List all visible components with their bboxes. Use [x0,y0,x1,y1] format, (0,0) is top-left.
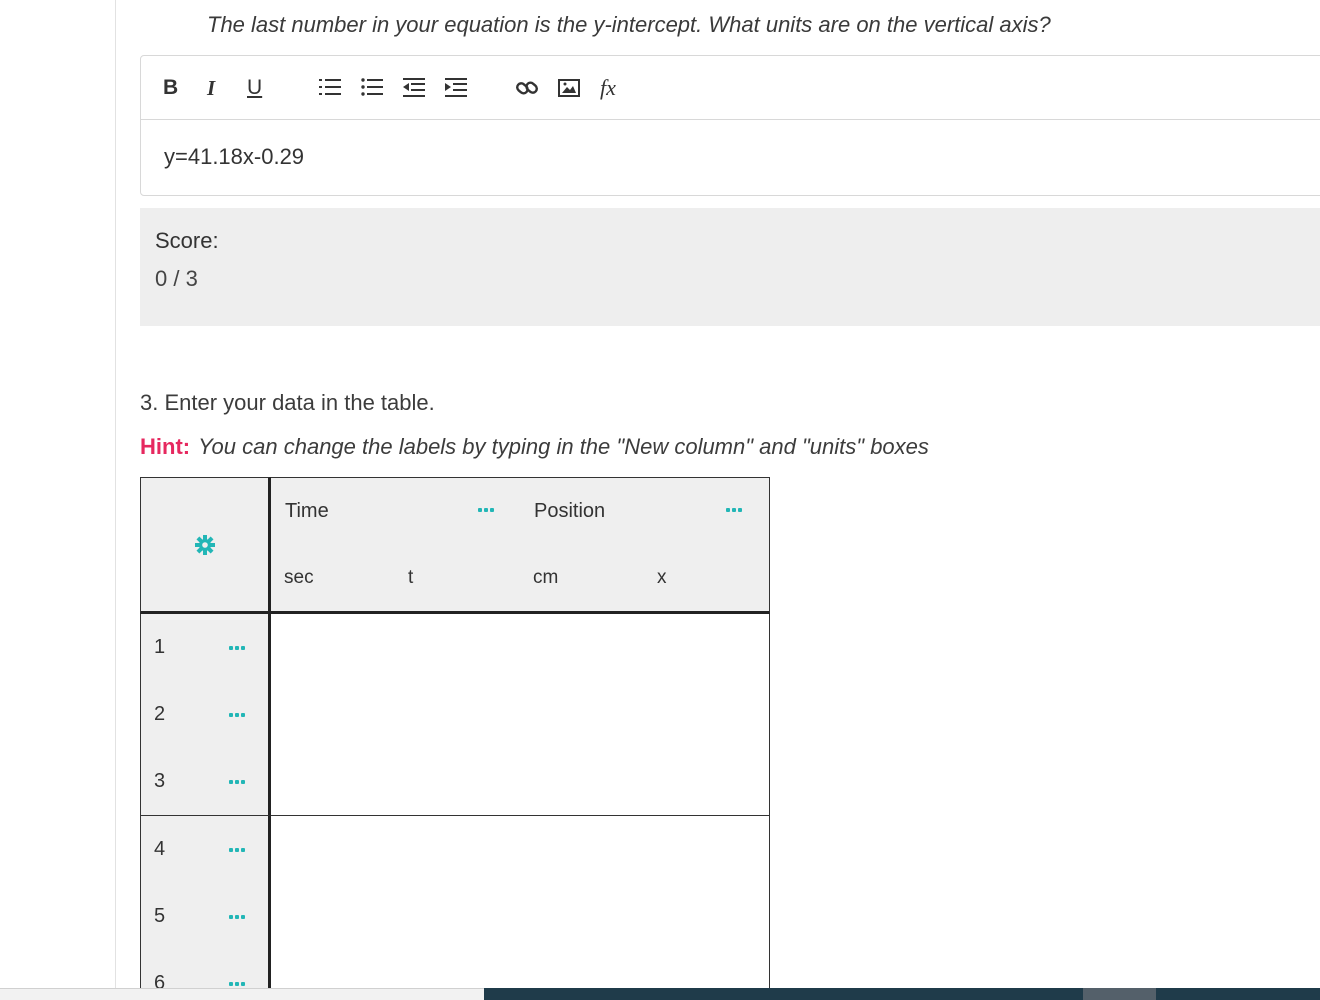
link-icon[interactable] [516,74,538,102]
row-menu-icon[interactable] [229,982,245,986]
row-menu-icon[interactable] [229,915,245,919]
row-number: 3 [154,770,166,792]
table-cell[interactable] [520,614,770,682]
rich-text-editor[interactable]: B I U fx y=41.18x-0.29 [140,55,1320,196]
table-cell[interactable] [520,816,770,884]
bottom-action-bar [484,988,1320,1000]
underline-button[interactable]: U [247,74,262,102]
table-cell[interactable] [271,883,521,951]
score-panel: Score: 0 / 3 [140,208,1320,326]
table-cell[interactable] [271,950,521,989]
column-menu-icon[interactable] [726,508,742,512]
horizontal-scrollbar[interactable] [0,988,484,1000]
variable-field[interactable]: x [644,545,770,614]
row-number: 2 [154,703,166,725]
hint-text: You can change the labels by typing in t… [198,434,929,459]
variable-text[interactable]: t [408,567,413,589]
formula-icon[interactable]: fx [600,74,616,102]
row-number: 6 [154,972,166,989]
score-label: Score: [155,228,219,253]
table-cell[interactable] [520,950,770,989]
hint-label: Hint: [140,434,191,459]
table-cell[interactable] [271,748,521,816]
row-header: 5 [140,883,271,951]
row-header: 4 [140,816,271,884]
row-number: 4 [154,838,166,860]
left-margin-rule [115,0,116,990]
gear-icon[interactable] [195,535,215,560]
hint: Hint: You can change the labels by typing… [140,434,929,460]
bold-button[interactable]: B [163,74,178,102]
table-cell[interactable] [271,681,521,749]
column-name[interactable]: Time [285,500,329,523]
table-cell[interactable] [520,883,770,951]
row-header: 3 [140,748,271,816]
table-cell[interactable] [520,681,770,749]
table-cell[interactable] [520,748,770,816]
numbered-list-icon[interactable] [319,74,341,102]
bullet-list-icon[interactable] [361,74,383,102]
row-menu-icon[interactable] [229,713,245,717]
indent-icon[interactable] [445,74,467,102]
variable-field[interactable]: t [395,545,521,614]
italic-button[interactable]: I [207,74,215,102]
table-cell[interactable] [271,614,521,682]
units-text[interactable]: sec [284,567,314,589]
row-menu-icon[interactable] [229,848,245,852]
row-menu-icon[interactable] [229,780,245,784]
units-field[interactable]: cm [520,545,645,614]
data-table: Time Position sec t cm x 1 2 3 4 5 6 [140,477,771,989]
variable-text[interactable]: x [657,567,667,589]
row-number: 1 [154,636,166,658]
score-value: 0 / 3 [155,266,198,291]
units-text[interactable]: cm [533,567,558,589]
column-name[interactable]: Position [534,500,605,523]
bottom-bar-button[interactable] [1083,988,1156,1000]
image-icon[interactable] [558,74,580,102]
outdent-icon[interactable] [403,74,425,102]
row-header: 1 [140,614,271,682]
question-title: 3. Enter your data in the table. [140,390,435,415]
row-number: 5 [154,905,166,927]
column-header-position[interactable]: Position [520,477,770,546]
table-corner [140,477,271,614]
row-header: 6 [140,950,271,989]
row-menu-icon[interactable] [229,646,245,650]
question-prompt: The last number in your equation is the … [207,12,1051,37]
column-menu-icon[interactable] [478,508,494,512]
table-cell[interactable] [271,816,521,884]
units-field[interactable]: sec [271,545,396,614]
editor-content[interactable]: y=41.18x-0.29 [141,120,1320,170]
row-header: 2 [140,681,271,749]
column-header-time[interactable]: Time [271,477,521,546]
editor-toolbar: B I U fx [141,56,1320,120]
